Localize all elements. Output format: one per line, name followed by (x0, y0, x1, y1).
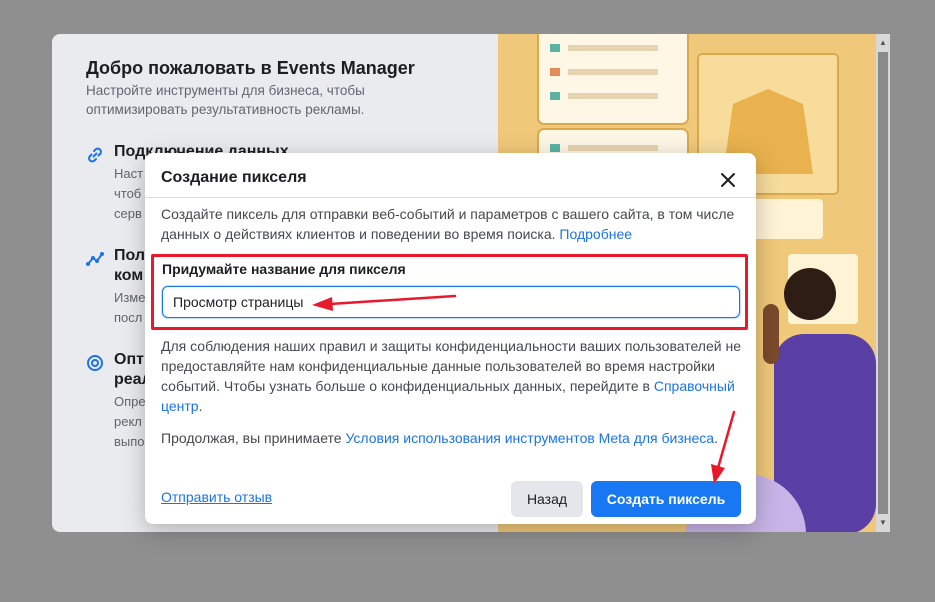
pixel-name-input[interactable] (162, 286, 740, 318)
target-icon (87, 355, 103, 371)
welcome-title: Добро пожаловать в Events Manager (86, 58, 415, 78)
privacy-period: . (198, 398, 203, 414)
terms-text: Продолжая, вы принимаете (161, 430, 342, 446)
welcome-intro: Добро пожаловать в Events Manager Настро… (86, 58, 486, 119)
privacy-notice: Для соблюдения наших правил и защиты кон… (161, 336, 749, 416)
scroll-up-icon[interactable]: ▲ (877, 37, 889, 49)
terms-link[interactable]: Условия использования инструментов Meta … (345, 430, 714, 446)
send-feedback-link[interactable]: Отправить отзыв (161, 489, 272, 505)
description-text: Создайте пиксель для отправки веб-событи… (161, 206, 735, 242)
terms-period: . (714, 430, 718, 446)
graph-nodes-icon (86, 252, 104, 266)
dialog-header-divider (145, 197, 756, 198)
learn-more-link[interactable]: Подробнее (559, 226, 632, 242)
create-pixel-dialog: Создание пикселя Создайте пиксель для от… (145, 153, 756, 524)
scrollbar-thumb[interactable] (878, 52, 888, 514)
pixel-name-label: Придумайте название для пикселя (162, 261, 406, 277)
dialog-description: Создайте пиксель для отправки веб-событи… (161, 204, 741, 244)
welcome-subtitle: Настройте инструменты для бизнеса, чтобы… (86, 83, 365, 117)
link-icon (88, 147, 102, 163)
back-button[interactable]: Назад (511, 481, 583, 517)
dialog-title: Создание пикселя (161, 169, 307, 186)
close-icon[interactable] (718, 170, 738, 190)
scroll-down-icon[interactable]: ▼ (877, 517, 889, 529)
terms-notice: Продолжая, вы принимаете Условия использ… (161, 428, 749, 448)
create-pixel-button[interactable]: Создать пиксель (591, 481, 741, 517)
